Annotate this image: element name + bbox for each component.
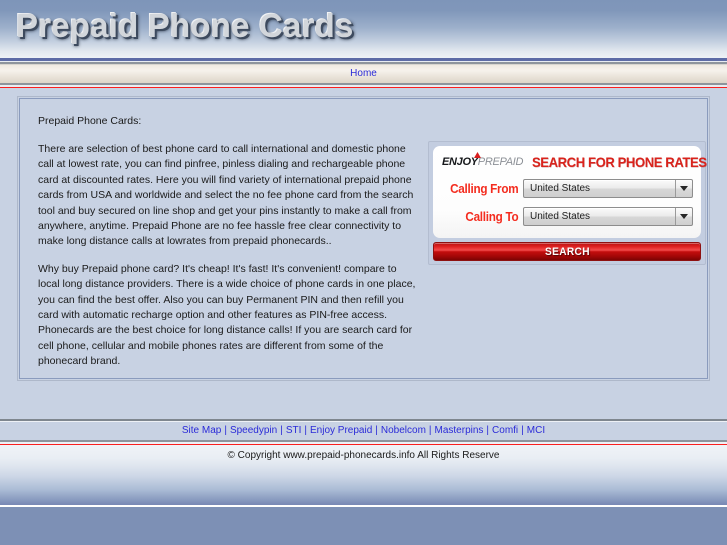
chevron-down-icon[interactable] [675,180,691,197]
main-navigation: Home [0,65,727,83]
footer-link-comfi[interactable]: Comfi [492,425,518,437]
logo-text-bold: ENJOY [442,156,478,168]
search-widget-title: SEARCH FOR PHONE RATES [532,154,707,170]
logo-accent-icon [474,152,481,158]
footer-link-sti[interactable]: STI [286,425,302,437]
copyright-text: © Copyright www.prepaid-phonecards.info … [227,450,500,461]
footer-link-nobelcom[interactable]: Nobelcom [381,425,426,437]
calling-to-value: United States [530,210,591,222]
footer-link-separator: | [521,425,524,436]
article-column: Prepaid Phone Cards: There are selection… [38,115,416,370]
content-box-inner: Prepaid Phone Cards: There are selection… [19,98,708,379]
search-button[interactable]: SEARCH [433,242,701,261]
nav-item-home[interactable]: Home [350,68,377,80]
footer-link-site-map[interactable]: Site Map [182,425,221,437]
enjoyprepaid-logo: ENJOYPREPAID [442,152,524,168]
page-body: Prepaid Phone Cards: There are selection… [0,88,727,419]
article-lead: Prepaid Phone Cards: [38,115,142,127]
caret-glyph [679,186,688,191]
page-title: Prepaid Phone Cards [16,7,354,44]
calling-to-label: Calling To [465,209,519,224]
footer-link-separator: | [280,425,283,436]
footer-link-masterpins[interactable]: Masterpins [435,425,484,437]
article-paragraph-2: Why buy Prepaid phone card? It's cheap! … [38,262,416,368]
footer-link-mci[interactable]: MCI [527,425,545,437]
footer-link-separator: | [224,425,227,436]
calling-from-select[interactable]: United States [523,179,693,198]
site-header: Prepaid Phone Cards [0,0,727,58]
page-root: Prepaid Phone Cards Home Prepaid Phone C… [0,0,727,545]
content-box-outer: Prepaid Phone Cards: There are selection… [17,96,710,381]
footer-link-speedypin[interactable]: Speedypin [230,425,277,437]
copyright-bar: © Copyright www.prepaid-phonecards.info … [0,445,727,467]
search-widget-panel: ENJOYPREPAID SEARCH FOR PHONE RATES Call… [433,146,707,238]
calling-to-row: Calling To United States [441,207,693,226]
footer-link-separator: | [428,425,432,436]
footer-link-separator: | [486,425,490,436]
calling-from-value: United States [530,182,591,194]
search-button-label: SEARCH [544,245,590,258]
footer-gradient-band [0,467,727,505]
article-paragraph-1: There are selection of best phone card t… [38,143,414,248]
calling-from-row: Calling From United States [441,179,693,198]
footer-link-bar: Site Map | Speedypin | STI | Enjoy Prepaid | Nob… [0,422,727,440]
phone-rate-search-widget: ENJOYPREPAID SEARCH FOR PHONE RATES Call… [428,141,707,265]
calling-from-label: Calling From [450,181,519,196]
footer-link-separator: | [304,425,307,436]
footer-link-separator: | [375,425,378,436]
footer-link-enjoy-prepaid[interactable]: Enjoy Prepaid [310,425,372,437]
logo-text-light: PREPAID [477,156,524,168]
calling-to-select[interactable]: United States [523,207,693,226]
search-widget-header: ENJOYPREPAID SEARCH FOR PHONE RATES [442,152,707,170]
chevron-down-icon[interactable] [675,208,691,225]
caret-glyph [679,214,688,219]
page-bottom-band [0,507,727,545]
